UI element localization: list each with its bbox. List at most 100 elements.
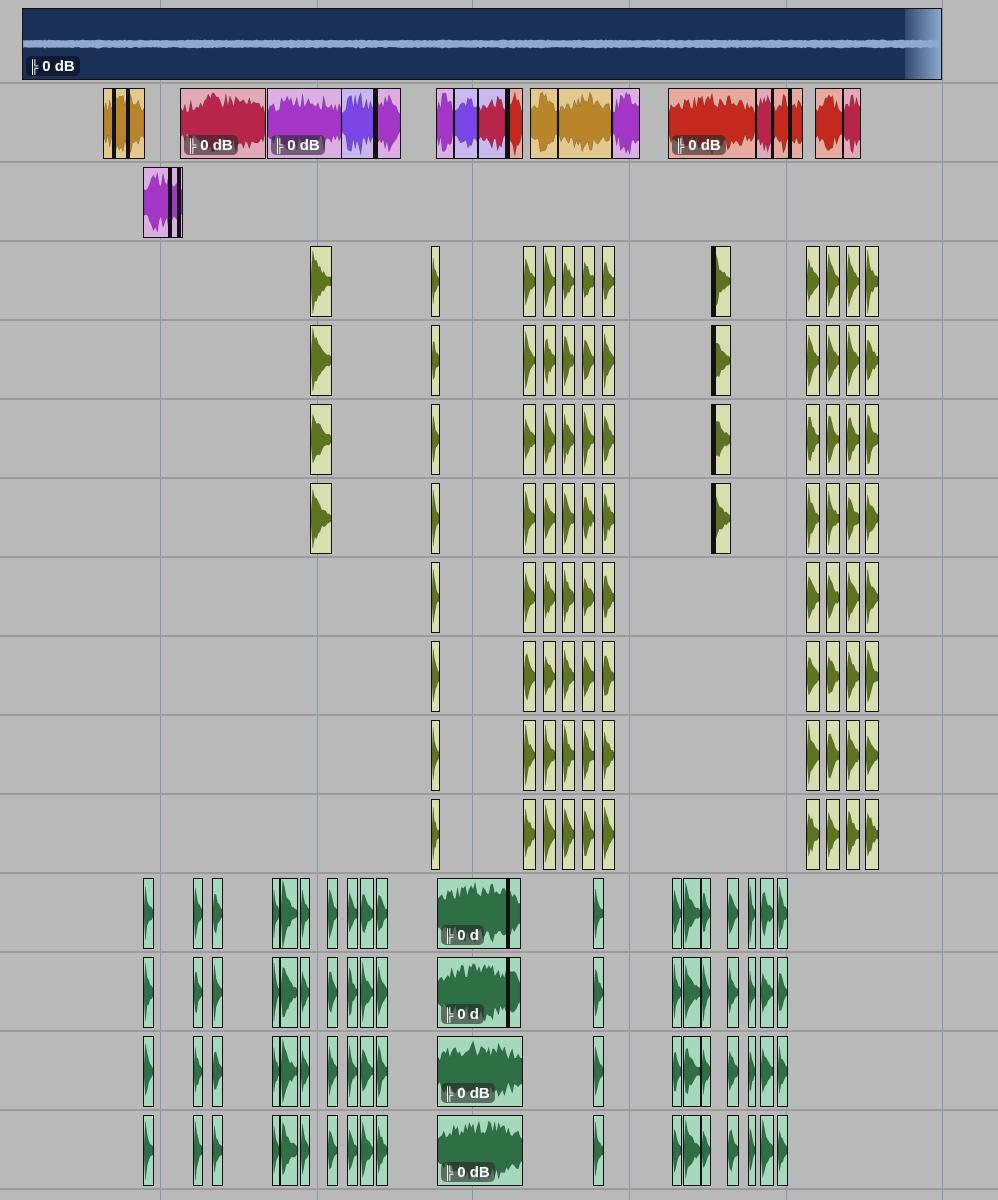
drum-track-6[interactable] [0, 637, 998, 716]
perc-hit-region[interactable] [727, 1115, 739, 1186]
perc-hit-region[interactable] [748, 1115, 756, 1186]
perc-hit-region[interactable] [777, 1036, 788, 1107]
perc-hit-region[interactable] [748, 878, 756, 949]
drum-hit-region[interactable] [431, 562, 440, 633]
perc-hit-region[interactable] [347, 1115, 358, 1186]
drum-hit-region[interactable] [582, 483, 595, 554]
drum-hit-region[interactable] [523, 404, 536, 475]
drum-hit-region[interactable] [543, 483, 556, 554]
drum-hit-region[interactable] [543, 325, 556, 396]
drum-hit-region[interactable] [562, 641, 575, 712]
perc-hit-region[interactable] [683, 1115, 701, 1186]
melody-region[interactable]: ╠ 0 dB [180, 88, 266, 159]
perc-hit-region[interactable] [300, 1115, 310, 1186]
perc-hit-region[interactable] [593, 878, 604, 949]
drum-track-1[interactable] [0, 242, 998, 321]
perc-hit-region[interactable] [327, 1036, 338, 1107]
perc-hit-region[interactable] [193, 878, 203, 949]
drum-hit-region[interactable] [806, 325, 820, 396]
perc-hit-region[interactable] [376, 878, 388, 949]
region-split-marker[interactable] [506, 958, 510, 1027]
perc-hit-region[interactable] [327, 878, 338, 949]
perc-hit-region[interactable] [727, 878, 739, 949]
drum-hit-region[interactable] [826, 246, 840, 317]
perc-hit-region[interactable] [360, 957, 374, 1028]
drum-hit-region[interactable] [582, 404, 595, 475]
drum-hit-region[interactable] [826, 641, 840, 712]
drum-hit-region[interactable] [431, 325, 440, 396]
perc-hit-region[interactable] [360, 1115, 374, 1186]
region-gain-badge[interactable]: ╠ 0 dB [441, 1083, 495, 1103]
drum-hit-region[interactable] [431, 246, 440, 317]
perc-hit-region[interactable] [143, 878, 154, 949]
drum-hit-region[interactable] [523, 483, 536, 554]
drum-hit-region[interactable] [582, 325, 595, 396]
drum-hit-region[interactable] [523, 641, 536, 712]
region-gain-badge[interactable]: ╠ 0 dB [26, 56, 80, 76]
drum-hit-region[interactable] [562, 483, 575, 554]
perc-hit-region[interactable] [760, 1036, 774, 1107]
drum-hit-region[interactable] [602, 325, 615, 396]
drum-hit-region[interactable] [846, 720, 860, 791]
perc-hit-region[interactable] [683, 1036, 701, 1107]
drum-hit-region[interactable] [582, 720, 595, 791]
drum-hit-region[interactable] [602, 483, 615, 554]
perc-hit-region[interactable] [593, 1036, 604, 1107]
melody-region[interactable] [843, 88, 861, 159]
drum-hit-region[interactable] [431, 404, 440, 475]
fx-track[interactable] [0, 163, 998, 242]
perc-hit-region[interactable] [777, 957, 788, 1028]
melody-region[interactable] [373, 88, 401, 159]
drum-hit-region[interactable] [582, 562, 595, 633]
perc-hit-region[interactable] [672, 1036, 682, 1107]
drum-hit-region[interactable] [543, 799, 556, 870]
drum-hit-region[interactable] [865, 483, 879, 554]
region-split-marker[interactable] [126, 89, 130, 158]
melody-region[interactable] [436, 88, 454, 159]
drum-hit-region[interactable] [562, 562, 575, 633]
drum-hit-region[interactable] [846, 641, 860, 712]
drum-hit-region[interactable] [806, 562, 820, 633]
drum-hit-region[interactable] [846, 483, 860, 554]
perc-hit-region[interactable] [376, 1036, 388, 1107]
melody-region[interactable]: ╠ 0 dB [267, 88, 342, 159]
perc-loop-region[interactable]: ╠ 0 d [437, 957, 521, 1028]
drum-hit-region[interactable] [846, 562, 860, 633]
drum-hit-region[interactable] [523, 562, 536, 633]
region-split-marker[interactable] [112, 89, 116, 158]
drum-hit-region[interactable] [865, 720, 879, 791]
drum-hit-region[interactable] [806, 404, 820, 475]
drum-hit-region[interactable] [865, 404, 879, 475]
perc-track-4[interactable]: ╠ 0 dB [0, 1111, 998, 1190]
perc-hit-region[interactable] [777, 878, 788, 949]
perc-hit-region[interactable] [327, 957, 338, 1028]
melody-region[interactable] [478, 88, 506, 159]
drum-hit-region[interactable] [562, 325, 575, 396]
drum-hit-region[interactable] [846, 799, 860, 870]
region-split-marker[interactable] [788, 89, 792, 158]
drum-hit-region[interactable] [602, 799, 615, 870]
drum-hit-region[interactable] [865, 325, 879, 396]
region-split-marker[interactable] [168, 168, 172, 237]
perc-hit-region[interactable] [760, 878, 774, 949]
perc-hit-region[interactable] [701, 957, 711, 1028]
region-split-marker[interactable] [712, 405, 716, 474]
drum-hit-region[interactable] [806, 246, 820, 317]
region-gain-badge[interactable]: ╠ 0 dB [441, 1162, 495, 1182]
perc-hit-region[interactable] [143, 1115, 154, 1186]
perc-hit-region[interactable] [672, 878, 682, 949]
perc-hit-region[interactable] [760, 957, 774, 1028]
perc-hit-region[interactable] [280, 957, 298, 1028]
region-split-marker[interactable] [712, 484, 716, 553]
perc-hit-region[interactable] [672, 1115, 682, 1186]
perc-hit-region[interactable] [280, 878, 298, 949]
perc-hit-region[interactable] [193, 957, 203, 1028]
perc-track-3[interactable]: ╠ 0 dB [0, 1032, 998, 1111]
perc-hit-region[interactable] [672, 957, 682, 1028]
drum-hit-region[interactable] [602, 641, 615, 712]
drum-hit-region[interactable] [806, 483, 820, 554]
drum-track-4[interactable] [0, 479, 998, 558]
drum-hit-region[interactable] [562, 720, 575, 791]
drum-hit-region[interactable] [602, 404, 615, 475]
drum-hit-region[interactable] [826, 325, 840, 396]
